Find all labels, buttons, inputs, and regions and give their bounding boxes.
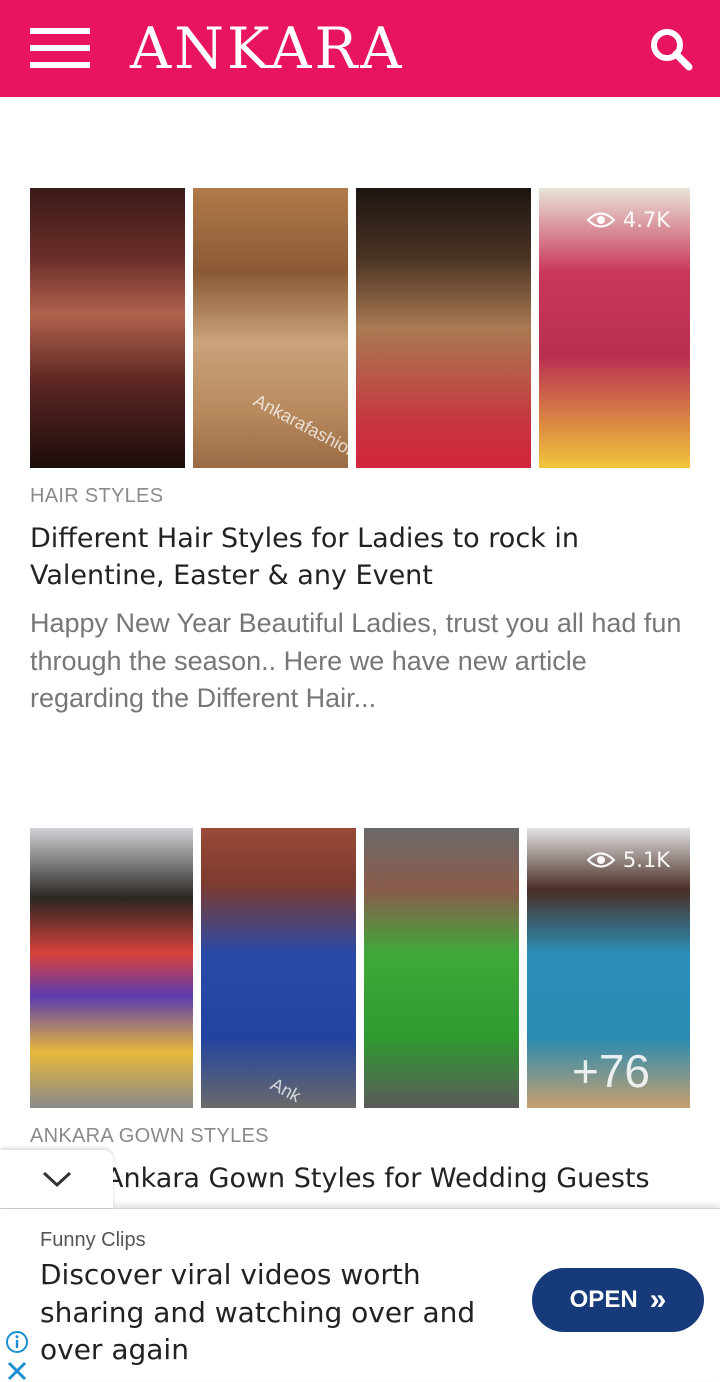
thumbnail-panel [30,828,193,1108]
close-icon[interactable] [6,1360,28,1382]
article-excerpt: Happy New Year Beautiful Ladies, trust y… [30,608,682,713]
view-count: 4.7K [586,208,670,232]
view-count-label: 4.7K [622,208,670,232]
ad-banner[interactable]: Funny Clips Discover viral videos worth … [0,1208,720,1381]
view-count-label: 5.1K [622,848,670,872]
thumbnail-panel [356,828,519,1108]
info-icon[interactable] [5,1330,29,1354]
top-header: ANKARA [0,0,720,97]
search-icon [651,29,693,71]
site-logo[interactable]: ANKARA [130,18,405,80]
menu-bar [30,62,90,68]
article-category[interactable]: ANKARA GOWN STYLES [30,1125,269,1148]
ad-collapse-button[interactable] [0,1150,113,1208]
menu-bar [30,45,90,51]
double-chevron-right-icon: » [649,1283,667,1316]
article-title[interactable]: Ankara Gown Styles for Wedding Guests [105,1160,705,1197]
hamburger-menu-button[interactable] [30,28,90,68]
ad-source: Funny Clips [40,1229,146,1251]
chevron-down-icon [42,1171,71,1188]
article-thumbnail[interactable]: Ank +76 5.1K [30,828,690,1108]
menu-bar [30,28,90,34]
ad-headline[interactable]: Discover viral videos worth sharing and … [40,1256,520,1369]
article-category[interactable]: HAIR STYLES [30,485,163,508]
search-button[interactable] [648,26,694,72]
eye-icon [586,212,615,228]
extra-images-count: +76 [571,1045,650,1097]
article-thumbnail[interactable]: Ankarafashion 4.7K [30,188,690,468]
thumbnail-panel [30,188,185,468]
article-title[interactable]: Different Hair Styles for Ladies to rock… [30,520,690,594]
eye-icon [586,852,615,868]
thumbnail-panel [193,828,356,1108]
ad-open-label: OPEN [569,1286,638,1313]
view-count: 5.1K [586,848,670,872]
ad-open-button[interactable]: OPEN » [532,1268,704,1332]
thumbnail-panel [348,188,531,468]
